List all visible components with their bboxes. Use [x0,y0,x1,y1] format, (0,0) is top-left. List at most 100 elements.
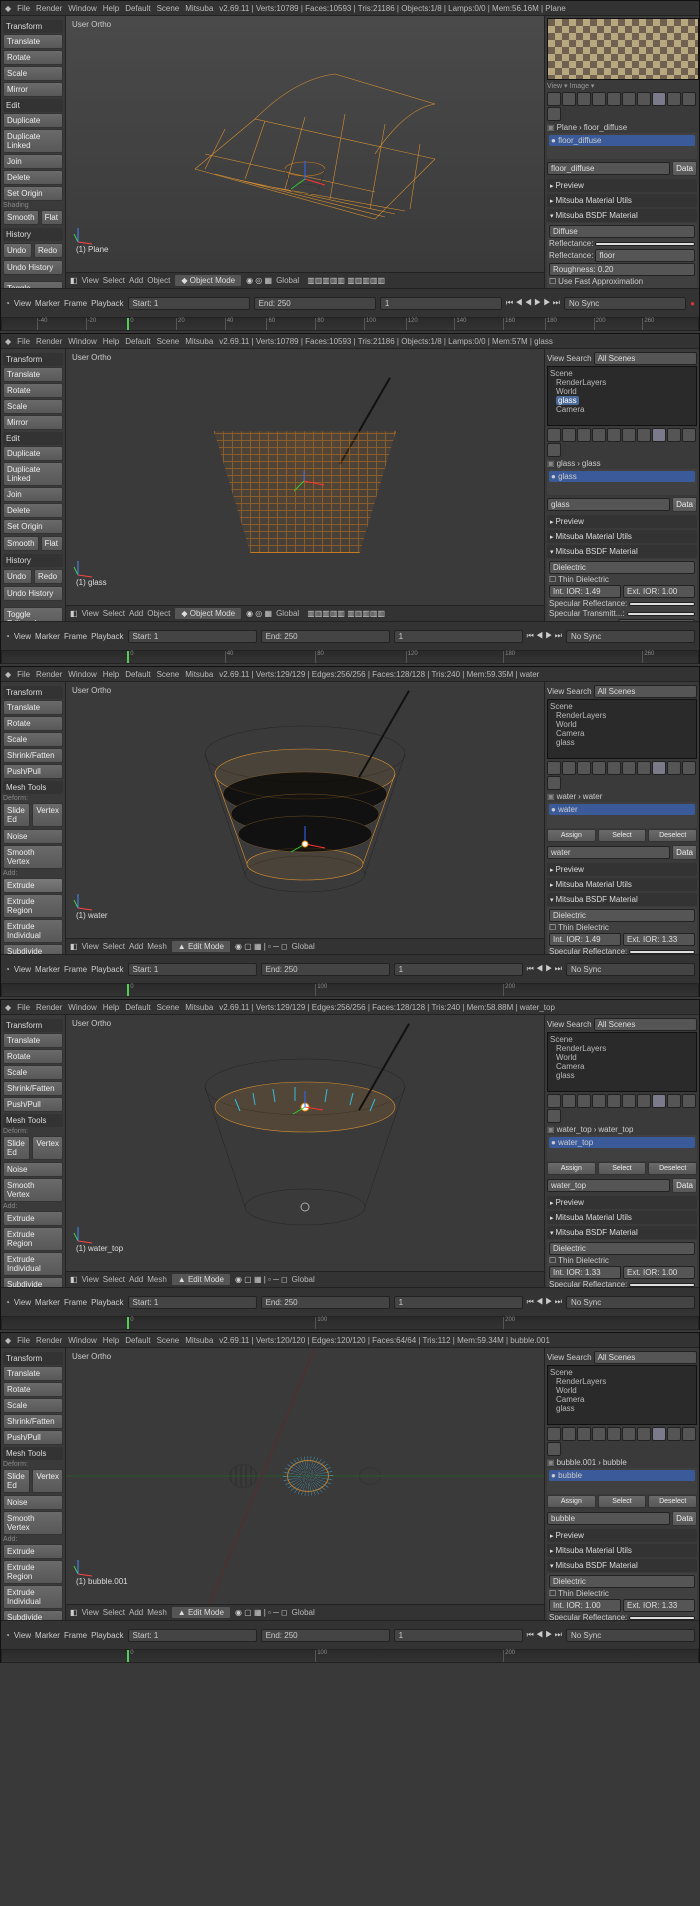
context-breadcrumb: ▣ Plane › floor_diffuse [547,123,697,132]
tl-frame-menu[interactable]: Frame [64,299,87,308]
editor-type-icon[interactable]: ◧ [70,276,78,285]
material-slot[interactable]: ● floor_diffuse [551,136,602,145]
layout-dropdown[interactable]: Default [125,4,150,13]
layers-widget[interactable]: ▥▥▥▥▥ ▥▥▥▥▥ [307,276,385,285]
view-menu[interactable]: View [82,276,99,285]
uv-editor-preview[interactable] [547,18,699,80]
redo-button[interactable]: Redo [34,243,63,258]
3d-viewport[interactable]: User Ortho (1) glass ◧ViewSelectAddObjec… [66,349,544,621]
duplicate-button[interactable]: Duplicate [3,113,63,128]
panel-history[interactable]: History [3,228,63,241]
rotate-button[interactable]: Rotate [3,50,63,65]
view-perspective-label: User Ortho [72,20,111,29]
timeline: ◔ View Marker Frame Playback Start: 1 En… [1,288,699,317]
object-menu[interactable]: Object [147,276,170,285]
wireframe-plane [155,49,455,239]
smooth-button[interactable]: Smooth [3,210,39,225]
select-button[interactable]: Select [598,829,647,842]
sync-dropdown[interactable]: No Sync [564,297,686,310]
active-object-label: (1) Plane [76,245,108,254]
info-header: ◆ File Render Window Help Default Scene … [1,1,699,16]
outliner[interactable]: Scene RenderLayers World glass Camera [547,366,697,426]
current-frame-field[interactable]: 1 [380,297,502,310]
extrude-button[interactable]: Extrude [3,878,63,893]
header-stats: v2.69.11 | Verts:10789 | Faces:10593 | T… [219,4,565,13]
panel-preview[interactable]: Preview [547,179,697,192]
fast-approx-checkbox[interactable]: ☐ [549,277,556,286]
uv-view-menu[interactable]: View ▾ [547,82,568,90]
menu-render[interactable]: Render [36,4,62,13]
translate-button[interactable]: Translate [3,34,63,49]
menu-window[interactable]: Window [68,4,96,13]
bsdf-type-dropdown[interactable]: Diffuse [549,225,695,238]
axis-gizmo-icon [74,226,94,246]
shading-icons[interactable]: ◉ ◎ ▦ [246,276,272,285]
delete-button[interactable]: Delete [3,170,63,185]
timeline-ruler[interactable]: -40-20020406080100120140160180200260 [1,317,699,330]
flat-button[interactable]: Flat [41,210,63,225]
bubble-selected [287,1460,329,1492]
properties-area: View ▾Image ▾ ▣ Plane › floor_diffuse ● … [544,16,699,288]
water-wireframe [195,714,415,904]
reflectance-color[interactable] [595,242,695,246]
ext-ior-field[interactable]: Ext. IOR: 1.00 [623,585,695,598]
window-5: ◆FileRenderWindowHelpDefaultSceneMitsuba… [0,1332,700,1663]
material-slot-list[interactable]: ● floor_diffuse [547,133,697,159]
material-tab-icon [652,92,666,106]
thin-dielectric-checkbox[interactable]: ☐ [549,575,556,584]
scene-dropdown[interactable]: Scene [157,4,180,13]
end-frame-field[interactable]: End: 250 [254,297,376,310]
menu-file[interactable]: File [17,4,30,13]
window-4: ◆FileRenderWindowHelpDefaultSceneMitsuba… [0,999,700,1330]
tl-view-menu[interactable]: View [14,299,31,308]
join-button[interactable]: Join [3,154,63,169]
panel-bsdf[interactable]: Mitsuba BSDF Material [547,209,697,222]
add-menu[interactable]: Add [129,276,143,285]
toggle-editmode-button[interactable]: Toggle Editmode [3,281,63,288]
data-link-button[interactable]: Data [672,161,697,176]
3d-viewport[interactable]: User Ortho [66,16,544,288]
outliner-search-menu[interactable]: Search [566,354,591,363]
viewport-header: ◧ View Select Add Object ◆ Object Mode ◉… [66,272,544,288]
roughness-slider[interactable]: Roughness: 0.20 [549,263,695,276]
autokey-icon[interactable]: ● [690,299,695,308]
shading-label: Shading [3,202,63,209]
select-menu[interactable]: Select [103,276,125,285]
reflectance-tex-label: Reflectance: [549,251,593,260]
menu-help[interactable]: Help [103,4,119,13]
start-frame-field[interactable]: Start: 1 [128,297,250,310]
engine-dropdown[interactable]: Mitsuba [185,4,213,13]
timeline-editor-icon[interactable]: ◔ [5,299,10,308]
mode-dropdown[interactable]: ◆ Object Mode [174,274,242,287]
water-top-wireframe [195,1047,415,1237]
blender-icon: ◆ [5,4,11,13]
undo-history-button[interactable]: Undo History [3,260,63,275]
outliner-view-menu[interactable]: View [547,354,564,363]
properties-tabs[interactable] [547,92,697,121]
tl-marker-menu[interactable]: Marker [35,299,60,308]
playback-controls[interactable]: ⏮ ◀ ◀ ▶ ▶ ⏭ [506,298,560,308]
panel-matutils[interactable]: Mitsuba Material Utils [547,194,697,207]
scale-button[interactable]: Scale [3,66,63,81]
mirror-button[interactable]: Mirror [3,82,63,97]
set-origin-button[interactable]: Set Origin [3,186,63,201]
panel-edit[interactable]: Edit [3,99,63,112]
orientation-dropdown[interactable]: Global [276,276,299,285]
panel-transform[interactable]: Transform [3,20,63,33]
window-3: ◆FileRenderWindowHelpDefaultSceneMitsuba… [0,666,700,997]
material-name-field[interactable]: floor_diffuse [547,162,670,175]
int-ior-field[interactable]: Int. IOR: 1.49 [549,585,621,598]
duplicate-linked-button[interactable]: Duplicate Linked [3,129,63,153]
window-2: ◆FileRenderWindowHelpDefaultSceneMitsuba… [0,333,700,664]
tool-shelf: Transform Translate Rotate Scale Mirror … [1,16,66,288]
window-1: ◆ File Render Window Help Default Scene … [0,0,700,331]
select-mode-icons[interactable]: ◉ ▢ ▦ | ▫ ─ ◻ [235,942,288,951]
assign-button[interactable]: Assign [547,829,596,842]
outliner-filter[interactable]: All Scenes [594,352,697,365]
reflectance-label: Reflectance: [549,239,593,248]
uv-image-menu[interactable]: Image ▾ [570,82,595,90]
reflectance-texture[interactable]: floor [595,249,695,262]
tl-playback-menu[interactable]: Playback [91,299,123,308]
undo-button[interactable]: Undo [3,243,32,258]
deselect-button[interactable]: Deselect [648,829,697,842]
